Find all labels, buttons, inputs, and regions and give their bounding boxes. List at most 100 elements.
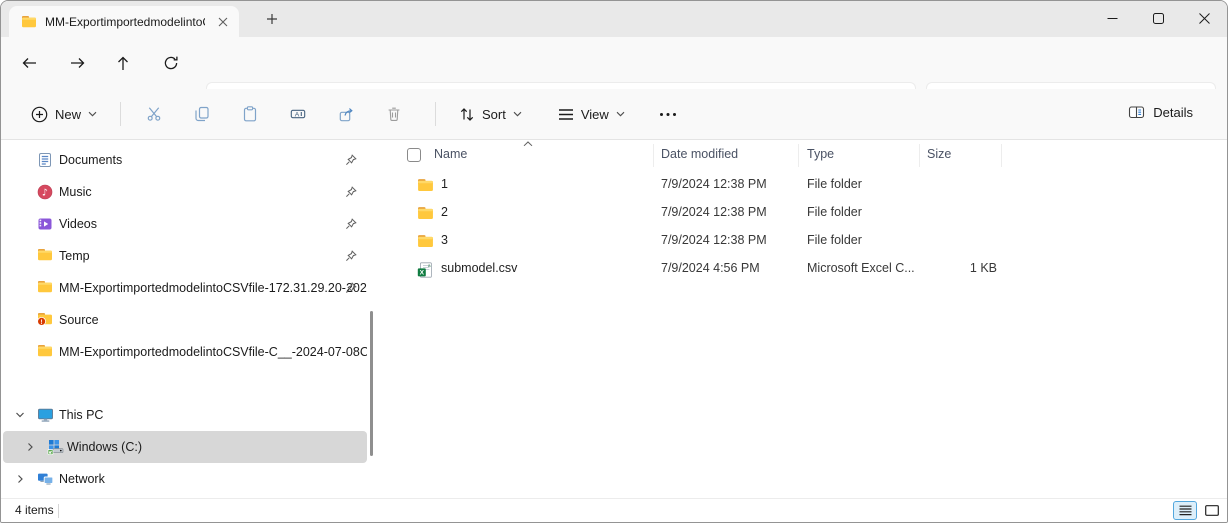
chevron-right-icon[interactable] (15, 474, 25, 484)
close-button[interactable] (1181, 1, 1227, 36)
file-name: 2 (441, 205, 448, 219)
paste-button[interactable] (230, 97, 270, 131)
svg-text:!: ! (41, 319, 43, 326)
sidebar-section-gap (1, 368, 379, 399)
content-view-toggle[interactable] (1201, 501, 1223, 520)
toolbar-divider (120, 102, 121, 126)
rename-button[interactable]: A (278, 97, 318, 131)
folder-icon (37, 248, 53, 261)
column-header-size[interactable]: Size (927, 147, 951, 161)
column-divider[interactable] (919, 144, 920, 167)
items-count: 4 items (15, 503, 54, 517)
pin-icon (345, 154, 357, 166)
network-icon (37, 471, 54, 487)
drive-windows-icon (47, 439, 64, 455)
svg-text:X: X (420, 270, 425, 277)
file-row-folder-2[interactable]: 2 7/9/2024 12:38 PM File folder (396, 199, 1227, 227)
list-lines-icon (558, 108, 574, 121)
up-button[interactable] (107, 47, 139, 79)
documents-icon (37, 152, 53, 168)
chevron-down-icon[interactable] (15, 410, 25, 420)
more-options-button[interactable] (649, 105, 687, 124)
share-button[interactable] (326, 97, 366, 131)
sidebar-scrollbar-thumb[interactable] (370, 311, 373, 456)
tab-title: MM-ExportimportedmodelintoCSVfile-C__-20… (45, 15, 205, 29)
sidebar-item-temp[interactable]: Temp (3, 240, 367, 272)
file-date: 7/9/2024 12:38 PM (661, 233, 767, 247)
folder-icon (417, 234, 434, 248)
column-divider[interactable] (653, 144, 654, 167)
view-button[interactable]: View (548, 100, 635, 129)
navigation-bar: ··· Windows (C:) Temp MM-Exportimportedm… (1, 37, 1227, 89)
cut-button[interactable] (134, 97, 174, 131)
file-type: Microsoft Excel C... (807, 261, 915, 275)
tab-close-icon[interactable] (213, 12, 233, 32)
copy-button[interactable] (182, 97, 222, 131)
sidebar-item-videos[interactable]: Videos (3, 208, 367, 240)
status-divider (58, 504, 59, 518)
file-row-folder-3[interactable]: 3 7/9/2024 12:38 PM File folder (396, 227, 1227, 255)
pin-icon (345, 282, 357, 294)
details-pane-button[interactable]: Details (1120, 97, 1201, 127)
column-header-row: Name Date modified Type Size (396, 140, 1227, 171)
pin-icon (345, 218, 357, 230)
column-divider[interactable] (798, 144, 799, 167)
file-date: 7/9/2024 12:38 PM (661, 177, 767, 191)
details-button-label: Details (1153, 105, 1193, 120)
file-row-folder-1[interactable]: 1 7/9/2024 12:38 PM File folder (396, 171, 1227, 199)
file-row-submodel-csv[interactable]: aX submodel.csv 7/9/2024 4:56 PM Microso… (396, 255, 1227, 283)
sidebar-item-mm-export-172[interactable]: MM-ExportimportedmodelintoCSVfile-172.31… (3, 272, 367, 304)
column-header-type[interactable]: Type (807, 147, 834, 161)
select-all-checkbox[interactable] (407, 148, 421, 162)
title-bar: MM-ExportimportedmodelintoCSVfile-C__-20… (1, 1, 1227, 37)
sidebar-item-windows-c[interactable]: Windows (C:) (3, 431, 367, 463)
minimize-button[interactable] (1089, 1, 1135, 36)
sidebar-item-network[interactable]: Network (3, 463, 367, 495)
sort-button[interactable]: Sort (449, 100, 532, 129)
file-type: File folder (807, 177, 862, 191)
explorer-tab[interactable]: MM-ExportimportedmodelintoCSVfile-C__-20… (9, 6, 239, 37)
sort-ascending-icon (523, 141, 533, 147)
sort-arrows-icon (459, 107, 475, 122)
folder-icon (21, 15, 37, 28)
sidebar-item-music[interactable]: ♪ Music (3, 176, 367, 208)
window-controls (1089, 1, 1227, 37)
sidebar-item-source[interactable]: ! Source (3, 304, 367, 336)
toolbar-divider (435, 102, 436, 126)
pin-icon (345, 250, 357, 262)
svg-text:♪: ♪ (42, 187, 48, 198)
sidebar-item-documents[interactable]: Documents (3, 144, 367, 176)
new-tab-button[interactable] (259, 7, 285, 31)
svg-text:A: A (295, 111, 300, 118)
status-bar: 4 items (1, 498, 1227, 522)
sort-button-label: Sort (482, 107, 506, 122)
videos-icon (37, 216, 53, 232)
command-toolbar: New A Sort (1, 89, 1227, 140)
excel-csv-icon: aX (417, 262, 433, 278)
sidebar-item-mm-export-c[interactable]: MM-ExportimportedmodelintoCSVfile-C__-20… (3, 336, 367, 368)
chevron-down-icon (616, 111, 625, 117)
forward-button[interactable] (61, 47, 93, 79)
pin-icon (345, 186, 357, 198)
details-view-toggle[interactable] (1173, 501, 1197, 520)
refresh-button[interactable] (155, 47, 187, 79)
folder-icon (417, 178, 434, 192)
ellipsis-icon (659, 112, 677, 117)
file-type: File folder (807, 205, 862, 219)
maximize-button[interactable] (1135, 1, 1181, 36)
chevron-down-icon (513, 111, 522, 117)
file-explorer-window: MM-ExportimportedmodelintoCSVfile-C__-20… (0, 0, 1228, 523)
folder-alert-icon: ! (37, 312, 53, 326)
back-button[interactable] (13, 47, 45, 79)
sidebar-item-this-pc[interactable]: This PC (3, 399, 367, 431)
chevron-right-icon[interactable] (25, 442, 35, 452)
details-view-icon (1179, 505, 1192, 516)
file-name: 3 (441, 233, 448, 247)
delete-button[interactable] (374, 97, 414, 131)
column-header-date-modified[interactable]: Date modified (661, 147, 738, 161)
new-button[interactable]: New (21, 99, 107, 130)
details-pane-icon (1128, 104, 1145, 120)
column-divider[interactable] (1001, 144, 1002, 167)
svg-text:a: a (428, 263, 431, 268)
column-header-name[interactable]: Name (434, 147, 467, 161)
